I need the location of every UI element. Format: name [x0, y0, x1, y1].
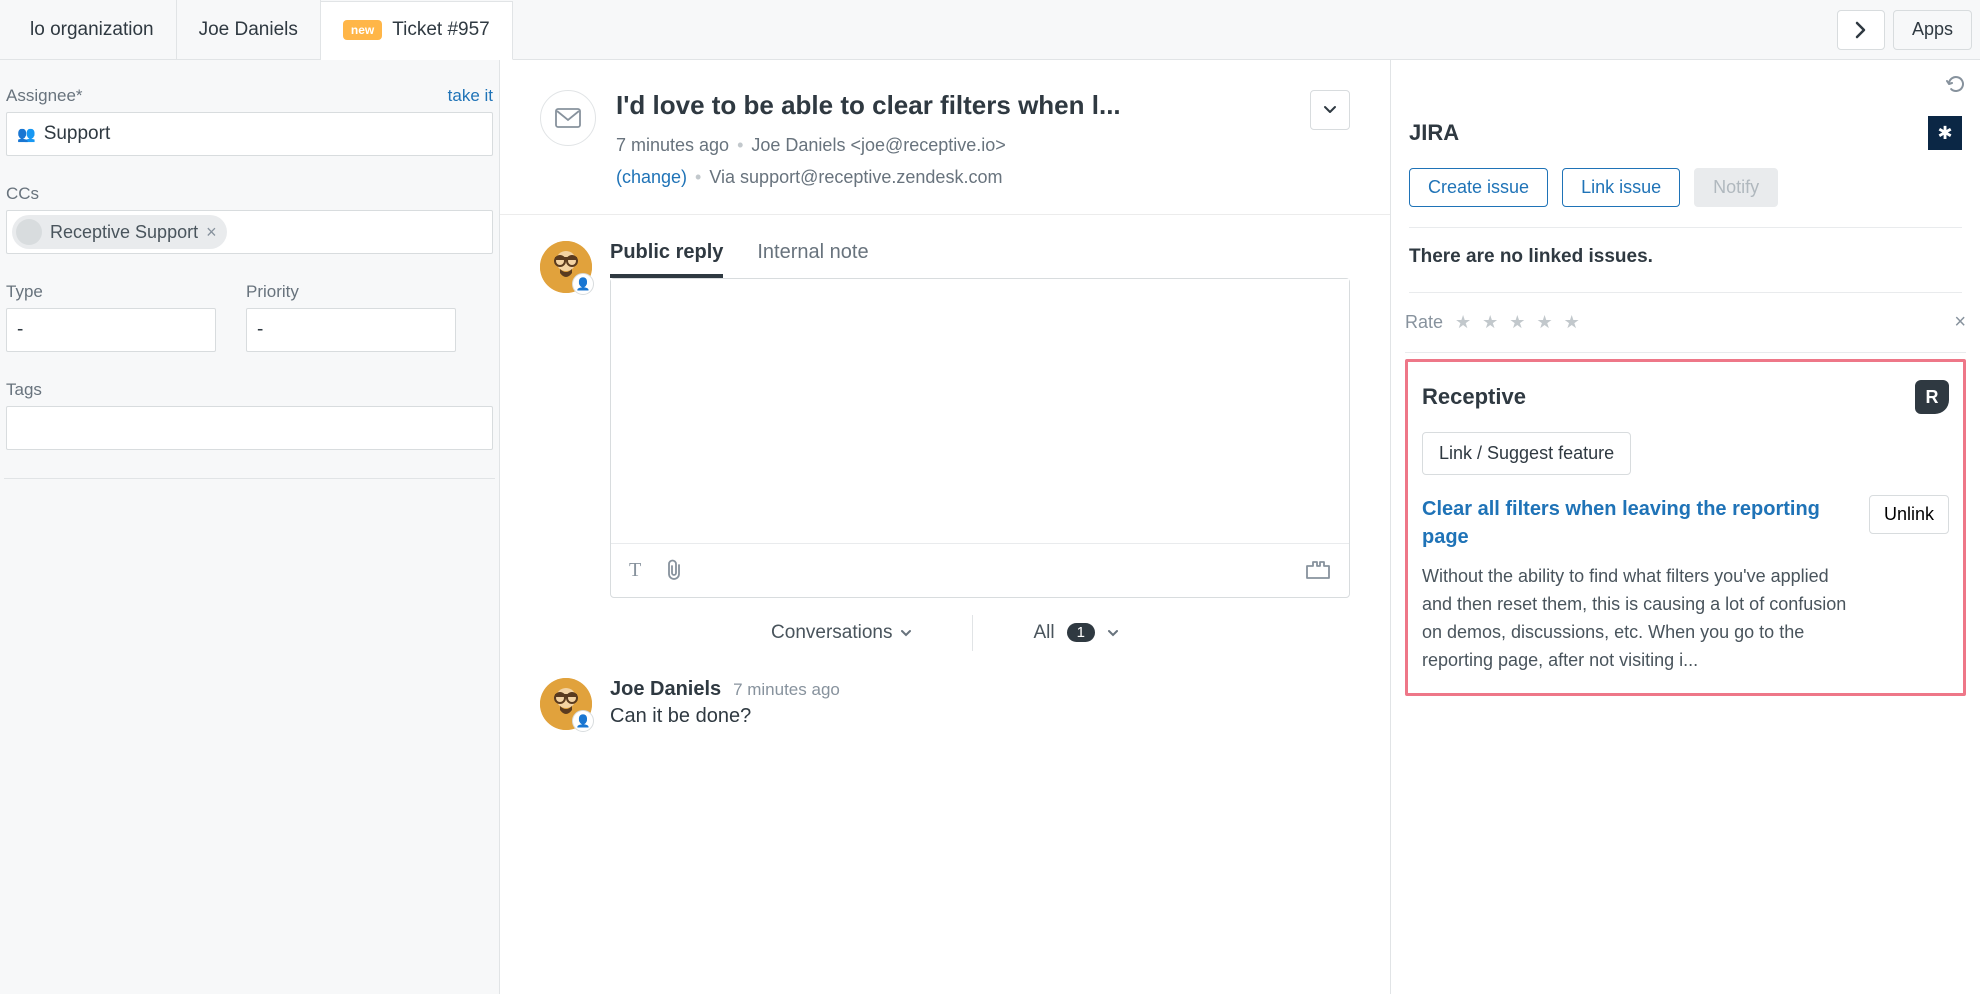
tab-organization[interactable]: lo organization — [8, 0, 177, 59]
conversations-dropdown[interactable]: Conversations — [771, 622, 912, 644]
chevron-down-icon — [1107, 629, 1119, 637]
tags-label: Tags — [6, 380, 42, 400]
agent-avatar: 👤 — [540, 241, 592, 293]
change-requester-link[interactable]: (change) — [616, 167, 687, 187]
rate-label: Rate — [1405, 312, 1443, 333]
agent-badge-icon: 👤 — [572, 273, 594, 295]
chevron-down-icon — [1323, 105, 1337, 115]
tab-public-reply[interactable]: Public reply — [610, 241, 723, 278]
badge-new: new — [343, 20, 382, 40]
apps-sidebar: JIRA ✱ Create issue Link issue Notify Th… — [1390, 60, 1980, 994]
filter-all-dropdown[interactable]: All 1 — [1033, 622, 1118, 644]
attachment-icon[interactable] — [665, 559, 683, 581]
notify-button: Notify — [1694, 168, 1778, 207]
count-badge: 1 — [1067, 623, 1095, 642]
priority-select[interactable]: - — [246, 308, 456, 352]
sidebar-left: Assignee* take it 👥 Support CCs Receptiv… — [0, 60, 500, 994]
type-label: Type — [6, 282, 43, 302]
remove-cc-icon[interactable]: × — [206, 222, 217, 243]
link-suggest-button[interactable]: Link / Suggest feature — [1422, 432, 1631, 475]
rate-row: Rate ★ ★ ★ ★ ★ × — [1405, 293, 1966, 353]
jira-panel: JIRA ✱ Create issue Link issue Notify Th… — [1409, 98, 1962, 293]
group-icon: 👥 — [17, 125, 36, 143]
mail-icon — [540, 90, 596, 146]
tab-bar: lo organization Joe Daniels new Ticket #… — [0, 0, 1980, 60]
assignee-label: Assignee* — [6, 86, 83, 106]
divider — [500, 214, 1390, 215]
ticket-via: Via support@receptive.zendesk.com — [709, 167, 1002, 187]
avatar-icon — [16, 219, 42, 245]
refresh-icon[interactable] — [1946, 74, 1966, 94]
tab-ticket-label: Ticket #957 — [392, 19, 490, 41]
ticket-menu-button[interactable] — [1310, 90, 1350, 130]
rating-stars[interactable]: ★ ★ ★ ★ ★ — [1455, 312, 1583, 333]
assignee-select[interactable]: 👥 Support — [6, 112, 493, 156]
type-select[interactable]: - — [6, 308, 216, 352]
ticket-time: 7 minutes ago — [616, 135, 729, 155]
close-icon[interactable]: × — [1954, 311, 1966, 334]
receptive-panel: Receptive R Link / Suggest feature Clear… — [1405, 359, 1966, 696]
divider — [4, 478, 495, 479]
take-it-link[interactable]: take it — [448, 86, 493, 106]
message-body: Can it be done? — [610, 705, 840, 728]
feature-link[interactable]: Clear all filters when leaving the repor… — [1422, 495, 1853, 551]
jira-empty-text: There are no linked issues. — [1409, 227, 1962, 268]
conversation-bar: Conversations All 1 — [540, 598, 1350, 668]
apps-button[interactable]: Apps — [1893, 10, 1972, 50]
link-issue-button[interactable]: Link issue — [1562, 168, 1680, 207]
cc-chip[interactable]: Receptive Support × — [12, 215, 227, 249]
ticket-main: I'd love to be able to clear filters whe… — [500, 60, 1390, 994]
cc-chip-label: Receptive Support — [50, 222, 198, 243]
tab-ticket[interactable]: new Ticket #957 — [321, 1, 513, 60]
create-issue-button[interactable]: Create issue — [1409, 168, 1548, 207]
reply-textarea[interactable] — [611, 279, 1349, 543]
divider — [972, 615, 973, 651]
chevron-down-icon — [900, 629, 912, 637]
ccs-label: CCs — [6, 184, 39, 204]
apps-integration-icon[interactable] — [1305, 559, 1331, 581]
next-button[interactable] — [1837, 10, 1885, 50]
message-time: 7 minutes ago — [733, 680, 840, 699]
requester-avatar: 👤 — [540, 678, 592, 730]
ticket-meta: 7 minutes ago•Joe Daniels <joe@receptive… — [616, 129, 1282, 194]
tab-user-label: Joe Daniels — [199, 19, 298, 41]
priority-label: Priority — [246, 282, 299, 302]
chevron-right-icon — [1855, 21, 1867, 39]
tab-organization-label: lo organization — [30, 19, 154, 41]
feature-description: Without the ability to find what filters… — [1422, 563, 1853, 675]
ccs-input[interactable]: Receptive Support × — [6, 210, 493, 254]
tab-internal-note[interactable]: Internal note — [757, 241, 868, 278]
message: 👤 Joe Daniels 7 minutes ago Can it be do… — [540, 668, 1350, 730]
tab-user[interactable]: Joe Daniels — [177, 0, 321, 59]
receptive-icon: R — [1915, 380, 1949, 414]
user-badge-icon: 👤 — [572, 710, 594, 732]
reply-editor: T — [610, 278, 1350, 598]
ticket-title: I'd love to be able to clear filters whe… — [616, 90, 1236, 121]
receptive-title: Receptive — [1422, 384, 1526, 410]
tags-input[interactable] — [6, 406, 493, 450]
ticket-requester: Joe Daniels <joe@receptive.io> — [751, 135, 1005, 155]
message-author: Joe Daniels — [610, 678, 721, 700]
text-format-icon[interactable]: T — [629, 559, 641, 582]
assignee-value: Support — [44, 123, 111, 145]
jira-icon: ✱ — [1928, 116, 1962, 150]
jira-title: JIRA — [1409, 120, 1459, 146]
unlink-button[interactable]: Unlink — [1869, 495, 1949, 534]
